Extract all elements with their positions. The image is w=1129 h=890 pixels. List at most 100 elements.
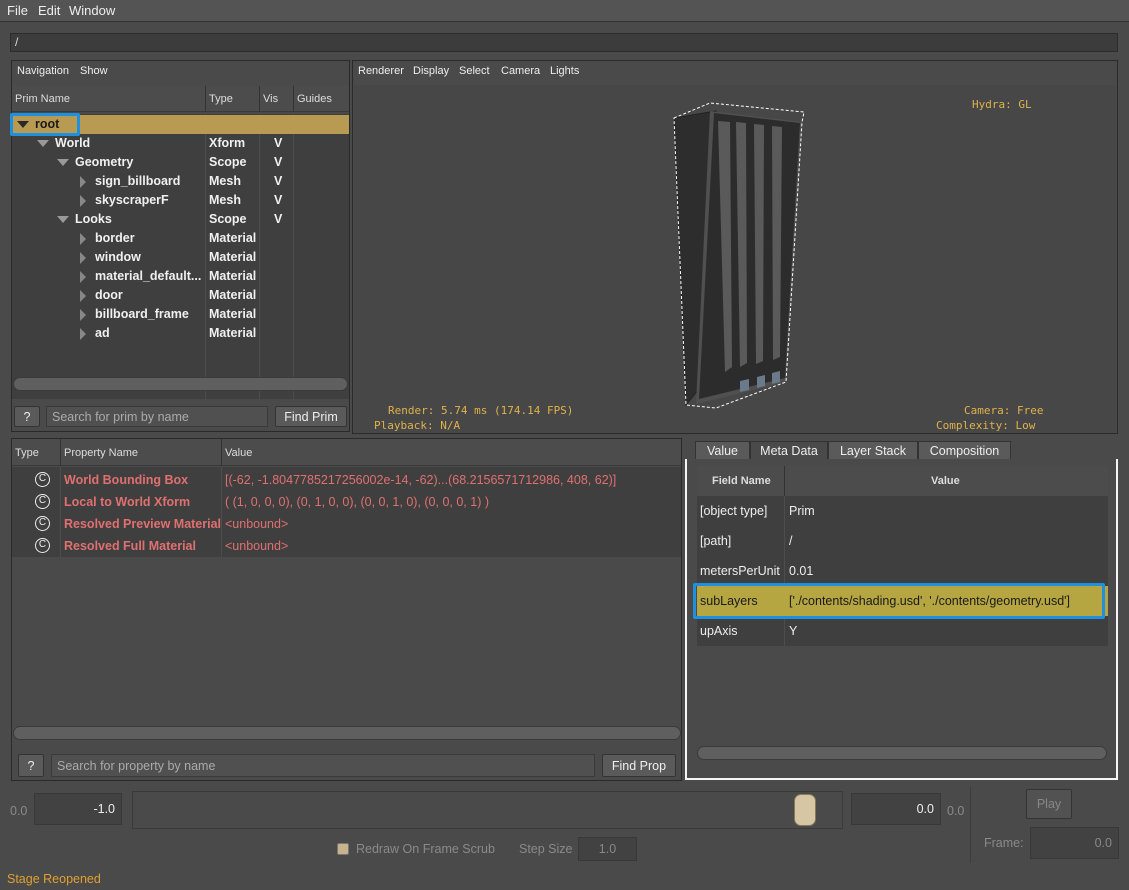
- property-search-input[interactable]: Search for property by name: [51, 754, 595, 777]
- prim-row[interactable]: World Xform V: [12, 134, 349, 153]
- prim-tree: root World Xform V Geometry Scope V sign_b…: [12, 114, 349, 399]
- prim-row[interactable]: skyscraperF Mesh V: [12, 191, 349, 210]
- menu-navigation[interactable]: Navigation: [17, 65, 69, 77]
- end-frame-field[interactable]: 0.0: [851, 793, 941, 825]
- prim-row[interactable]: border Material: [12, 229, 349, 248]
- property-header: Type Property Name Value: [12, 439, 681, 466]
- col-type[interactable]: Type: [209, 93, 233, 105]
- viewport-panel: Renderer Display Select Camera Lights Hy…: [352, 60, 1118, 434]
- prim-search-input[interactable]: Search for prim by name: [46, 406, 268, 427]
- col-prop-value[interactable]: Value: [225, 447, 252, 459]
- prim-row[interactable]: ad Material: [12, 324, 349, 343]
- prim-row[interactable]: sign_billboard Mesh V: [12, 172, 349, 191]
- prim-tree-header: Prim Name Type Vis Guides: [12, 86, 349, 112]
- expand-arrow-icon[interactable]: [80, 252, 86, 264]
- property-row[interactable]: C World Bounding Box [(-62, -1.804778521…: [12, 469, 681, 491]
- hud-camera: Camera: Free: [964, 404, 1044, 417]
- 3d-viewport[interactable]: Hydra: GL Render: 5.74 ms (174.14 FPS) P…: [354, 85, 1116, 433]
- metadata-content: Field Name Value [object type] Prim [path…: [685, 459, 1118, 780]
- tab-composition[interactable]: Composition: [918, 441, 1011, 460]
- prim-row[interactable]: window Material: [12, 248, 349, 267]
- skyscraper-model: [673, 102, 805, 409]
- menu-bar: File Edit Window: [0, 0, 1129, 22]
- path-field[interactable]: /: [10, 33, 1118, 52]
- viewport-menubar: Renderer Display Select Camera Lights: [353, 61, 1117, 83]
- collapse-arrow-icon[interactable]: [57, 216, 69, 223]
- expand-arrow-icon[interactable]: [80, 290, 86, 302]
- property-row[interactable]: C Resolved Preview Material <unbound>: [12, 513, 681, 535]
- tab-layer-stack[interactable]: Layer Stack: [828, 441, 918, 460]
- metadata-table: Field Name Value [object type] Prim [path…: [697, 466, 1108, 646]
- redraw-checkbox[interactable]: [337, 843, 349, 855]
- menu-select[interactable]: Select: [459, 65, 490, 77]
- hud-complexity: Complexity: Low: [936, 419, 1036, 432]
- frame-field[interactable]: 0.0: [1030, 827, 1119, 859]
- find-prop-button[interactable]: Find Prop: [602, 754, 676, 777]
- collapse-arrow-icon[interactable]: [57, 159, 69, 166]
- property-row[interactable]: C Local to World Xform ( (1, 0, 0, 0), (…: [12, 491, 681, 513]
- slider-handle[interactable]: [794, 794, 816, 826]
- prop-help-button[interactable]: ?: [18, 754, 44, 777]
- col-guides[interactable]: Guides: [297, 93, 332, 105]
- find-prim-button[interactable]: Find Prim: [275, 406, 347, 427]
- menu-lights[interactable]: Lights: [550, 65, 579, 77]
- timeline-panel: 0.0 -1.0 0.0 0.0 Play Redraw On Frame Sc…: [0, 783, 1129, 873]
- range-end-label: 0.0: [947, 804, 965, 818]
- computed-icon: C: [35, 472, 50, 487]
- metadata-row[interactable]: [path] /: [697, 526, 1108, 556]
- play-button[interactable]: Play: [1026, 789, 1072, 819]
- menu-file[interactable]: File: [7, 3, 28, 18]
- computed-icon: C: [35, 494, 50, 509]
- frame-slider[interactable]: [132, 791, 843, 829]
- metadata-header: Field Name Value: [697, 466, 1108, 496]
- expand-arrow-icon[interactable]: [80, 328, 86, 340]
- property-row[interactable]: C Resolved Full Material <unbound>: [12, 535, 681, 557]
- frame-label: Frame:: [984, 836, 1024, 850]
- prim-row[interactable]: material_default... Material: [12, 267, 349, 286]
- collapse-arrow-icon[interactable]: [37, 140, 49, 147]
- prim-row[interactable]: door Material: [12, 286, 349, 305]
- step-size-field[interactable]: 1.0: [578, 837, 637, 861]
- start-frame-field[interactable]: -1.0: [34, 793, 122, 825]
- root-highlight-box: [10, 113, 80, 136]
- tab-meta-data[interactable]: Meta Data: [750, 441, 828, 460]
- menu-camera[interactable]: Camera: [501, 65, 540, 77]
- prim-help-button[interactable]: ?: [14, 406, 40, 427]
- expand-arrow-icon[interactable]: [80, 176, 86, 188]
- col-prop-name[interactable]: Property Name: [64, 447, 138, 459]
- menu-renderer[interactable]: Renderer: [358, 65, 404, 77]
- menu-display[interactable]: Display: [413, 65, 449, 77]
- prim-panel-menubar: Navigation Show: [12, 61, 349, 83]
- computed-icon: C: [35, 538, 50, 553]
- metadata-row[interactable]: metersPerUnit 0.01: [697, 556, 1108, 586]
- step-size-label: Step Size: [519, 842, 573, 856]
- col-prop-type[interactable]: Type: [15, 447, 39, 459]
- tab-value[interactable]: Value: [695, 441, 750, 460]
- sublayers-highlight-box: [693, 583, 1105, 619]
- metadata-row[interactable]: [object type] Prim: [697, 496, 1108, 526]
- col-prim-name[interactable]: Prim Name: [15, 93, 70, 105]
- redraw-label: Redraw On Frame Scrub: [356, 842, 495, 856]
- col-field-name[interactable]: Field Name: [712, 475, 771, 487]
- expand-arrow-icon[interactable]: [80, 309, 86, 321]
- prim-row[interactable]: Geometry Scope V: [12, 153, 349, 172]
- property-list: C World Bounding Box [(-62, -1.804778521…: [12, 467, 681, 557]
- computed-icon: C: [35, 516, 50, 531]
- prim-row[interactable]: Looks Scope V: [12, 210, 349, 229]
- col-vis[interactable]: Vis: [263, 93, 278, 105]
- prim-tree-scrollbar[interactable]: [13, 377, 348, 391]
- menu-window[interactable]: Window: [69, 3, 115, 18]
- hud-renderer: Hydra: GL: [972, 98, 1032, 111]
- menu-show[interactable]: Show: [80, 65, 108, 77]
- range-start-label: 0.0: [10, 804, 28, 818]
- metadata-row[interactable]: upAxis Y: [697, 616, 1108, 646]
- prim-row[interactable]: billboard_frame Material: [12, 305, 349, 324]
- menu-edit[interactable]: Edit: [38, 3, 60, 18]
- expand-arrow-icon[interactable]: [80, 195, 86, 207]
- expand-arrow-icon[interactable]: [80, 271, 86, 283]
- expand-arrow-icon[interactable]: [80, 233, 86, 245]
- col-meta-value[interactable]: Value: [931, 475, 960, 487]
- metadata-scrollbar[interactable]: [697, 746, 1107, 760]
- property-scrollbar[interactable]: [13, 726, 681, 740]
- status-message: Stage Reopened: [7, 872, 101, 886]
